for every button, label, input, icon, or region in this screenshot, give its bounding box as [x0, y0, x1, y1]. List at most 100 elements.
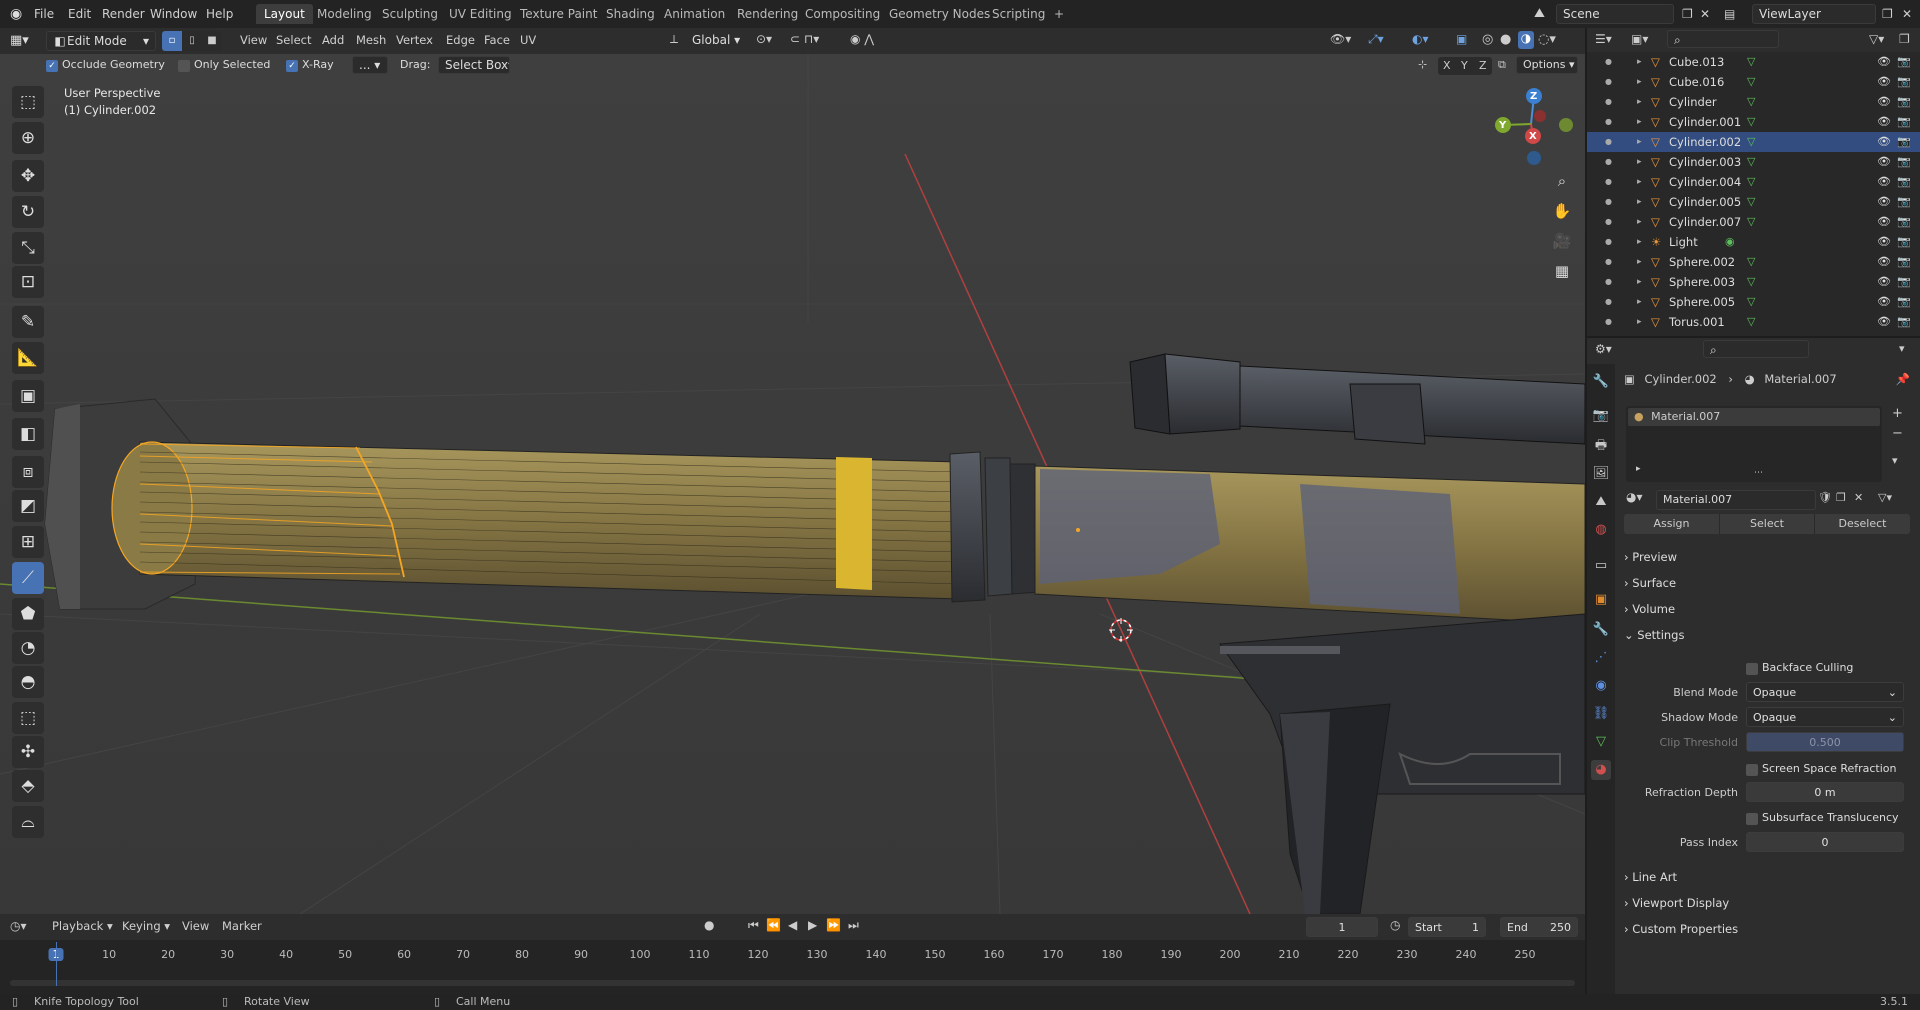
remove-slot-button[interactable]: − — [1892, 426, 1903, 441]
drag-select-dropdown[interactable]: Select Box▾ — [438, 56, 510, 74]
edge-select-icon[interactable]: ▯ — [182, 31, 202, 51]
unlink-material-icon[interactable]: ✕ — [1854, 491, 1863, 504]
options-dropdown[interactable]: Options ▾ — [1516, 56, 1578, 74]
eye-icon[interactable]: 👁 — [1877, 92, 1891, 112]
rip-tool-icon[interactable]: ⌓ — [12, 806, 44, 838]
more-options-dropdown[interactable]: ... ▾ — [352, 56, 388, 74]
menu-help[interactable]: Help — [200, 5, 239, 23]
move-tool-icon[interactable]: ✥ — [12, 160, 44, 192]
wireframe-shading-icon[interactable]: ◎ — [1482, 32, 1493, 47]
tool-tab-icon[interactable]: 🔧 — [1591, 372, 1611, 392]
timeline-scrollbar[interactable] — [10, 980, 1575, 986]
material-preview-icon[interactable]: ◑ — [1518, 31, 1534, 49]
eye-icon[interactable]: 👁 — [1877, 212, 1891, 232]
overlays-icon[interactable]: ◐▾ — [1412, 32, 1429, 46]
menu-uv[interactable]: UV — [514, 31, 542, 49]
fake-user-icon[interactable]: 🛡 — [1818, 491, 1832, 504]
outliner-item[interactable]: ● ▸ ▽ Sphere.002 ▽ 👁 📷 — [1587, 252, 1920, 272]
record-icon[interactable]: ● — [704, 918, 714, 932]
menu-face[interactable]: Face — [478, 31, 516, 49]
panel-custom-properties[interactable]: › Custom Properties — [1624, 918, 1914, 940]
outliner-item[interactable]: ● ▸ ▽ Cylinder.004 ▽ 👁 📷 — [1587, 172, 1920, 192]
xray-toggle-icon[interactable]: ▣ — [1456, 32, 1467, 46]
play-reverse-icon[interactable]: ◀ — [788, 918, 797, 932]
expand-arrow-icon[interactable]: ▸ — [1637, 232, 1642, 252]
browse-material-icon[interactable]: ◕▾ — [1626, 490, 1648, 510]
add-slot-button[interactable]: + — [1892, 406, 1903, 421]
xray-checkbox[interactable]: ✓ — [286, 60, 298, 72]
menu-view[interactable]: View — [234, 31, 273, 49]
outliner-item[interactable]: ● ▸ ▽ Cylinder.003 ▽ 👁 📷 — [1587, 152, 1920, 172]
expand-arrow-icon[interactable]: ▸ — [1637, 132, 1642, 152]
mirror-icon[interactable]: ⊹ — [1418, 58, 1427, 71]
render-tab-icon[interactable]: 📷 — [1591, 406, 1611, 426]
menu-edge[interactable]: Edge — [440, 31, 481, 49]
object-tab-icon[interactable]: ▣ — [1591, 590, 1611, 610]
ssr-checkbox[interactable] — [1746, 764, 1758, 776]
camera-icon[interactable]: 📷 — [1897, 172, 1911, 192]
expand-arrow-icon[interactable]: ▸ — [1637, 52, 1642, 72]
panel-surface[interactable]: › Surface — [1624, 572, 1914, 594]
annotate-tool-icon[interactable]: ✎ — [12, 306, 44, 338]
mesh-data-icon[interactable]: ▽ — [1747, 272, 1755, 292]
constraints-tab-icon[interactable]: ⛓ — [1591, 704, 1611, 724]
menu-playback[interactable]: Playback ▾ — [46, 917, 119, 935]
expand-arrow-icon[interactable]: ▸ — [1637, 192, 1642, 212]
only-selected-checkbox[interactable] — [178, 60, 190, 72]
material-type-icon[interactable]: ▽▾ — [1878, 491, 1892, 504]
material-tab-icon[interactable]: ◕ — [1591, 760, 1611, 780]
expand-arrow-icon[interactable]: ▸ — [1637, 212, 1642, 232]
mesh-data-icon[interactable]: ▽ — [1747, 132, 1755, 152]
solid-shading-icon[interactable]: ● — [1500, 32, 1511, 47]
expand-arrow-icon[interactable]: ▸ — [1637, 272, 1642, 292]
current-frame-field[interactable]: 1 — [1306, 917, 1378, 937]
3d-viewport[interactable]: Z Y X User Perspective (1) Cylinder.002 … — [0, 54, 1585, 914]
tab-sculpting[interactable]: Sculpting — [374, 4, 446, 24]
camera-icon[interactable]: 📷 — [1897, 192, 1911, 212]
camera-icon[interactable]: 📷 — [1897, 52, 1911, 72]
panel-line-art[interactable]: › Line Art — [1624, 866, 1914, 888]
eye-icon[interactable]: 👁 — [1877, 72, 1891, 92]
pivot-icon[interactable]: ⊙▾ — [756, 32, 772, 46]
transform-tool-icon[interactable]: ⊡ — [12, 266, 44, 298]
mesh-data-icon[interactable]: ▽ — [1747, 152, 1755, 172]
to-sphere-tool-icon[interactable]: ⬘ — [12, 770, 44, 802]
blender-logo-icon[interactable]: ◉ — [4, 5, 28, 23]
tab-modeling[interactable]: Modeling — [309, 4, 380, 24]
vertex-select-icon[interactable]: ▫ — [162, 31, 182, 51]
blend-mode-dropdown[interactable]: Opaque ⌄ — [1746, 682, 1904, 702]
cursor-tool-icon[interactable]: ⊕ — [12, 122, 44, 154]
shear-tool-icon[interactable]: ✣ — [12, 736, 44, 768]
tab-rendering[interactable]: Rendering — [729, 4, 806, 24]
outliner-item[interactable]: ● ▸ ▽ Cylinder.005 ▽ 👁 📷 — [1587, 192, 1920, 212]
eye-icon[interactable]: 👁 — [1877, 272, 1891, 292]
poly-build-tool-icon[interactable]: ⬟ — [12, 598, 44, 630]
camera-icon[interactable]: 📷 — [1897, 212, 1911, 232]
preview-range-icon[interactable]: ◷ — [1390, 918, 1400, 932]
expand-arrow-icon[interactable]: ▸ — [1637, 312, 1642, 332]
camera-icon[interactable]: 📷 — [1897, 312, 1911, 332]
prev-keyframe-icon[interactable]: ⏪ — [766, 918, 781, 932]
select-button[interactable]: Select — [1719, 514, 1814, 534]
material-slot-item[interactable]: ● Material.007 — [1628, 408, 1880, 426]
orientation-selector[interactable]: Global ▾ — [686, 31, 746, 51]
jump-start-icon[interactable]: ⏮ — [748, 918, 759, 933]
menu-edit[interactable]: Edit — [62, 5, 97, 23]
camera-icon[interactable]: 📷 — [1897, 132, 1911, 152]
camera-icon[interactable]: 📷 — [1897, 112, 1911, 132]
scene-icon[interactable]: ⛰ — [1528, 5, 1551, 23]
duplicate-material-icon[interactable]: ❐ — [1836, 491, 1846, 504]
tab-texture-paint[interactable]: Texture Paint — [512, 4, 605, 24]
outliner-item[interactable]: ● ▸ ▽ Torus.001 ▽ 👁 📷 — [1587, 312, 1920, 332]
properties-search-input[interactable]: ⌕ — [1703, 340, 1809, 358]
shadow-mode-dropdown[interactable]: Opaque ⌄ — [1746, 707, 1904, 727]
rendered-shading-icon[interactable]: ◌▾ — [1538, 32, 1556, 47]
mesh-data-icon[interactable]: ▽ — [1747, 112, 1755, 132]
face-select-icon[interactable]: ■ — [202, 31, 222, 51]
auto-merge-icon[interactable]: ⧉ — [1498, 58, 1506, 72]
tab-uv-editing[interactable]: UV Editing — [441, 4, 520, 24]
expand-arrow-icon[interactable]: ▸ — [1637, 92, 1642, 112]
tab-scripting[interactable]: Scripting — [984, 4, 1053, 24]
eye-icon[interactable]: 👁 — [1877, 152, 1891, 172]
menu-mesh[interactable]: Mesh — [350, 31, 392, 49]
